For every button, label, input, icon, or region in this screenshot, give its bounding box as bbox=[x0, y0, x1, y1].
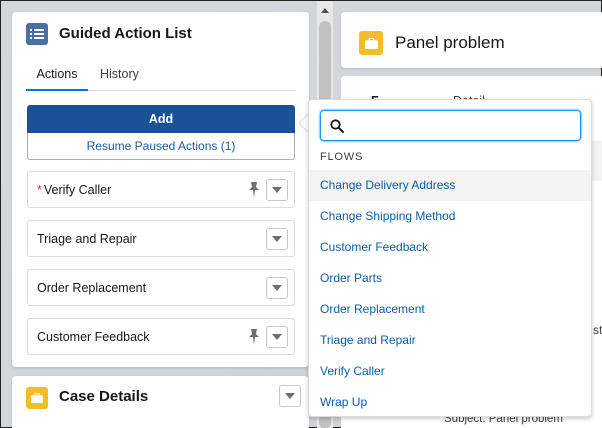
flow-item[interactable]: Change Shipping Method bbox=[309, 201, 591, 232]
group-label-flows: FLOWS bbox=[320, 151, 364, 163]
flow-item[interactable]: Order Replacement bbox=[309, 294, 591, 325]
panel-header-card: Panel problem bbox=[341, 12, 602, 68]
action-label: Order Replacement bbox=[37, 281, 147, 295]
flow-item[interactable]: Verify Caller bbox=[309, 356, 591, 387]
add-button[interactable]: Add bbox=[27, 105, 295, 133]
flow-item[interactable]: Change Delivery Address bbox=[309, 170, 591, 201]
chevron-down-icon[interactable] bbox=[266, 228, 288, 250]
action-label: Triage and Repair bbox=[37, 232, 137, 246]
briefcase-icon bbox=[26, 387, 48, 409]
flow-item[interactable]: Triage and Repair bbox=[309, 325, 591, 356]
required-marker: * bbox=[37, 183, 42, 197]
chevron-down-icon[interactable] bbox=[266, 277, 288, 299]
tab-actions[interactable]: Actions bbox=[26, 65, 88, 91]
search-input[interactable] bbox=[349, 115, 574, 136]
briefcase-icon bbox=[359, 31, 383, 55]
panel-title: Panel problem bbox=[395, 33, 505, 52]
flow-item[interactable]: Wrap Up bbox=[309, 387, 591, 418]
pin-icon[interactable] bbox=[247, 182, 261, 198]
tab-bar: Actions History bbox=[26, 65, 296, 91]
case-details-card: Case Details bbox=[12, 376, 309, 428]
action-label: Customer Feedback bbox=[37, 330, 150, 344]
flow-item[interactable]: Customer Feedback bbox=[309, 232, 591, 263]
scroll-up-arrow-icon[interactable] bbox=[319, 4, 331, 16]
action-item-verify-caller[interactable]: * Verify Caller bbox=[27, 171, 295, 208]
tab-history[interactable]: History bbox=[100, 65, 139, 91]
chevron-down-icon[interactable] bbox=[279, 385, 301, 407]
action-item-triage-and-repair[interactable]: Triage and Repair bbox=[27, 220, 295, 257]
pin-icon[interactable] bbox=[247, 329, 261, 345]
search-icon bbox=[330, 119, 344, 133]
action-item-order-replacement[interactable]: Order Replacement bbox=[27, 269, 295, 306]
card-title: Guided Action List bbox=[59, 25, 192, 42]
list-icon bbox=[26, 23, 48, 45]
guided-action-list-card: Guided Action List Actions History Add R… bbox=[12, 12, 309, 367]
resume-paused-actions-button[interactable]: Resume Paused Actions (1) bbox=[27, 133, 295, 160]
action-item-customer-feedback[interactable]: Customer Feedback bbox=[27, 318, 295, 355]
chevron-down-icon[interactable] bbox=[266, 179, 288, 201]
chevron-down-icon[interactable] bbox=[266, 326, 288, 348]
flow-item[interactable]: Order Parts bbox=[309, 263, 591, 294]
flow-picker-popover: FLOWS Change Delivery Address Change Shi… bbox=[308, 99, 592, 417]
card-title: Case Details bbox=[59, 388, 149, 405]
panel-peek-text: st bbox=[593, 323, 602, 337]
search-field[interactable] bbox=[320, 110, 581, 141]
action-label: * Verify Caller bbox=[37, 183, 112, 197]
